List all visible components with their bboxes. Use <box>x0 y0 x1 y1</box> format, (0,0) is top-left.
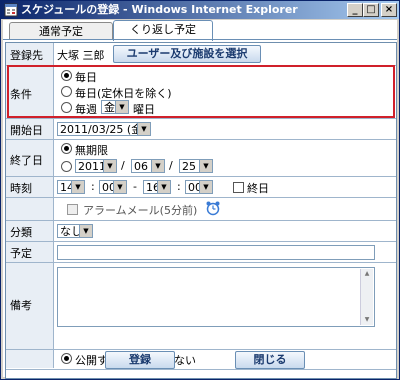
chevron-down-icon: ▼ <box>115 101 128 113</box>
tab-bar: 通常予定 くり返し予定 <box>3 20 397 41</box>
end-year-select[interactable]: 2011 ▼ <box>75 159 117 173</box>
start-min-select[interactable]: 00 ▼ <box>99 180 127 194</box>
maximize-button[interactable]: □ <box>363 3 379 17</box>
title-bar: スケジュールの登録 - Windows Internet Explorer _ … <box>1 1 399 19</box>
close-button[interactable]: 閉じる <box>235 351 305 369</box>
date-separator: / <box>121 159 125 172</box>
chevron-down-icon: ▼ <box>137 123 150 135</box>
registrant-row: 登録先 大塚 三郎 ユーザー及び施設を選択 <box>6 43 396 66</box>
weekday-select[interactable]: 金 ▼ <box>101 100 129 114</box>
memo-label: 備考 <box>10 299 32 312</box>
end-month-select[interactable]: 06 ▼ <box>131 159 165 173</box>
minimize-button[interactable]: _ <box>347 3 363 17</box>
chevron-down-icon: ▼ <box>103 160 116 172</box>
alarm-checkbox[interactable] <box>67 204 78 215</box>
end-date-unlimited-label: 無期限 <box>75 144 108 157</box>
condition-row: 条件 毎日 毎日(定休日を除く) 毎週 金 ▼ 曜日 <box>6 66 396 119</box>
plan-label: 予定 <box>10 247 32 260</box>
end-year-value: 2011 <box>78 160 106 173</box>
end-day-value: 25 <box>182 160 196 173</box>
end-day-select[interactable]: 25 ▼ <box>179 159 213 173</box>
memo-textarea[interactable]: ▲ ▼ <box>57 267 375 327</box>
category-row: 分類 なし ▼ <box>6 221 396 242</box>
start-date-value: 2011/03/25 (金) <box>60 123 147 136</box>
start-date-row: 開始日 2011/03/25 (金) ▼ <box>6 119 396 140</box>
chevron-down-icon: ▼ <box>199 181 212 193</box>
schedule-form: 登録先 大塚 三郎 ユーザー及び施設を選択 条件 毎日 毎日(定休日を除く) 毎… <box>5 42 397 379</box>
time-label: 時刻 <box>10 182 32 195</box>
chevron-down-icon: ▼ <box>199 160 212 172</box>
time-row: 時刻 14 ▼ : 00 ▼ - 16 ▼ : 00 ▼ 終日 <box>6 177 396 198</box>
chevron-down-icon: ▼ <box>157 181 170 193</box>
time-dash: - <box>133 180 137 193</box>
time-colon: : <box>91 180 95 193</box>
registrant-name: 大塚 三郎 <box>57 49 105 62</box>
start-date-select[interactable]: 2011/03/25 (金) ▼ <box>57 122 151 136</box>
page-content: 通常予定 くり返し予定 登録先 大塚 三郎 ユーザー及び施設を選択 条件 毎日 <box>3 20 397 379</box>
ie-app-icon <box>4 3 18 17</box>
start-date-label: 開始日 <box>10 124 43 137</box>
memo-scrollbar[interactable]: ▲ ▼ <box>360 269 373 325</box>
category-label: 分類 <box>10 226 32 239</box>
alarm-row: アラームメール(5分前) <box>6 198 396 221</box>
end-hour-select[interactable]: 16 ▼ <box>143 180 171 194</box>
alarm-clock-icon[interactable] <box>205 200 221 216</box>
condition-daily-label: 毎日 <box>75 71 97 84</box>
chevron-down-icon: ▼ <box>71 181 84 193</box>
condition-weekly-label: 毎週 <box>75 103 97 116</box>
tab-normal-schedule[interactable]: 通常予定 <box>9 22 113 40</box>
chevron-down-icon: ▼ <box>79 225 92 237</box>
date-separator: / <box>169 159 173 172</box>
browser-window: スケジュールの登録 - Windows Internet Explorer _ … <box>0 0 400 380</box>
registrant-label: 登録先 <box>10 49 43 62</box>
window-title: スケジュールの登録 - Windows Internet Explorer <box>21 3 298 16</box>
condition-weekly-radio[interactable] <box>61 102 72 113</box>
plan-input[interactable] <box>57 245 375 260</box>
tab-repeat-schedule[interactable]: くり返し予定 <box>113 20 213 41</box>
end-date-row: 終了日 無期限 2011 ▼ / 06 ▼ / 25 ▼ <box>6 140 396 177</box>
category-select[interactable]: なし ▼ <box>57 224 93 238</box>
weekday-suffix: 曜日 <box>133 103 155 116</box>
end-month-value: 06 <box>134 160 148 173</box>
scroll-up-icon[interactable]: ▲ <box>361 269 373 279</box>
plan-row: 予定 <box>6 242 396 263</box>
scroll-down-icon[interactable]: ▼ <box>361 315 373 325</box>
end-date-specify-radio[interactable] <box>61 161 72 172</box>
public-radio[interactable] <box>61 353 72 364</box>
register-button[interactable]: 登録 <box>105 351 175 369</box>
weekday-value: 金 <box>104 101 115 114</box>
condition-daily-radio[interactable] <box>61 70 72 81</box>
close-window-button[interactable]: × <box>381 3 397 17</box>
allday-label: 終日 <box>247 182 269 195</box>
start-hour-select[interactable]: 14 ▼ <box>57 180 85 194</box>
end-min-select[interactable]: 00 ▼ <box>185 180 213 194</box>
end-date-unlimited-radio[interactable] <box>61 143 72 154</box>
chevron-down-icon: ▼ <box>151 160 164 172</box>
visibility-row: 公開する 公開しない <box>6 350 396 368</box>
memo-row: 備考 ▲ ▼ <box>6 263 396 350</box>
alarm-label: アラームメール(5分前) <box>83 204 198 217</box>
allday-checkbox[interactable] <box>233 182 244 193</box>
select-users-button[interactable]: ユーザー及び施設を選択 <box>113 45 261 63</box>
chevron-down-icon: ▼ <box>113 181 126 193</box>
time-colon: : <box>177 180 181 193</box>
condition-weekday-label: 毎日(定休日を除く) <box>75 87 172 100</box>
end-date-label: 終了日 <box>10 154 43 167</box>
condition-label: 条件 <box>10 88 32 101</box>
condition-weekday-radio[interactable] <box>61 86 72 97</box>
